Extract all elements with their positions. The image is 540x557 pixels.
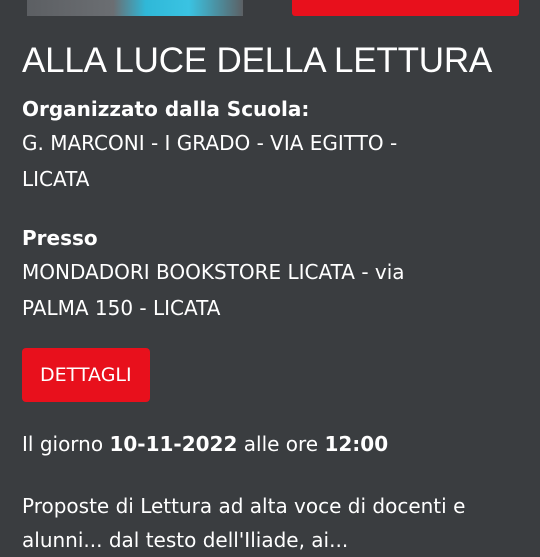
event-image[interactable] — [27, 0, 243, 16]
event-time: 12:00 — [324, 432, 389, 456]
event-card: ALLA LUCE DELLA LETTURA Organizzato dall… — [22, 40, 522, 557]
description-line: Proposte di Lettura ad alta voce di doce… — [22, 494, 466, 518]
top-strip — [0, 0, 540, 18]
description-line: alunni... dal testo dell'Iliade, ai... — [22, 528, 349, 552]
organizer-line: LICATA — [22, 167, 90, 191]
location-value: MONDADORI BOOKSTORE LICATA - via PALMA 1… — [22, 254, 522, 326]
top-action-button[interactable] — [292, 0, 519, 16]
organizer-value: G. MARCONI - I GRADO - VIA EGITTO - LICA… — [22, 125, 522, 197]
event-date-line: Il giorno 10-11-2022 alle ore 12:00 — [22, 429, 522, 459]
event-title: ALLA LUCE DELLA LETTURA — [22, 41, 493, 80]
location-line: MONDADORI BOOKSTORE LICATA - via — [22, 260, 405, 284]
organizer-line: G. MARCONI - I GRADO - VIA EGITTO - — [22, 131, 398, 155]
location-line: PALMA 150 - LICATA — [22, 296, 221, 320]
details-button[interactable]: DETTAGLI — [22, 348, 150, 402]
location-label: Presso — [22, 226, 98, 250]
event-date: 10-11-2022 — [109, 432, 238, 456]
organizer-label: Organizzato dalla Scuola: — [22, 97, 310, 121]
event-description: Proposte di Lettura ad alta voce di doce… — [22, 489, 522, 557]
date-prefix: Il giorno — [22, 432, 104, 456]
time-prefix: alle ore — [243, 432, 319, 456]
